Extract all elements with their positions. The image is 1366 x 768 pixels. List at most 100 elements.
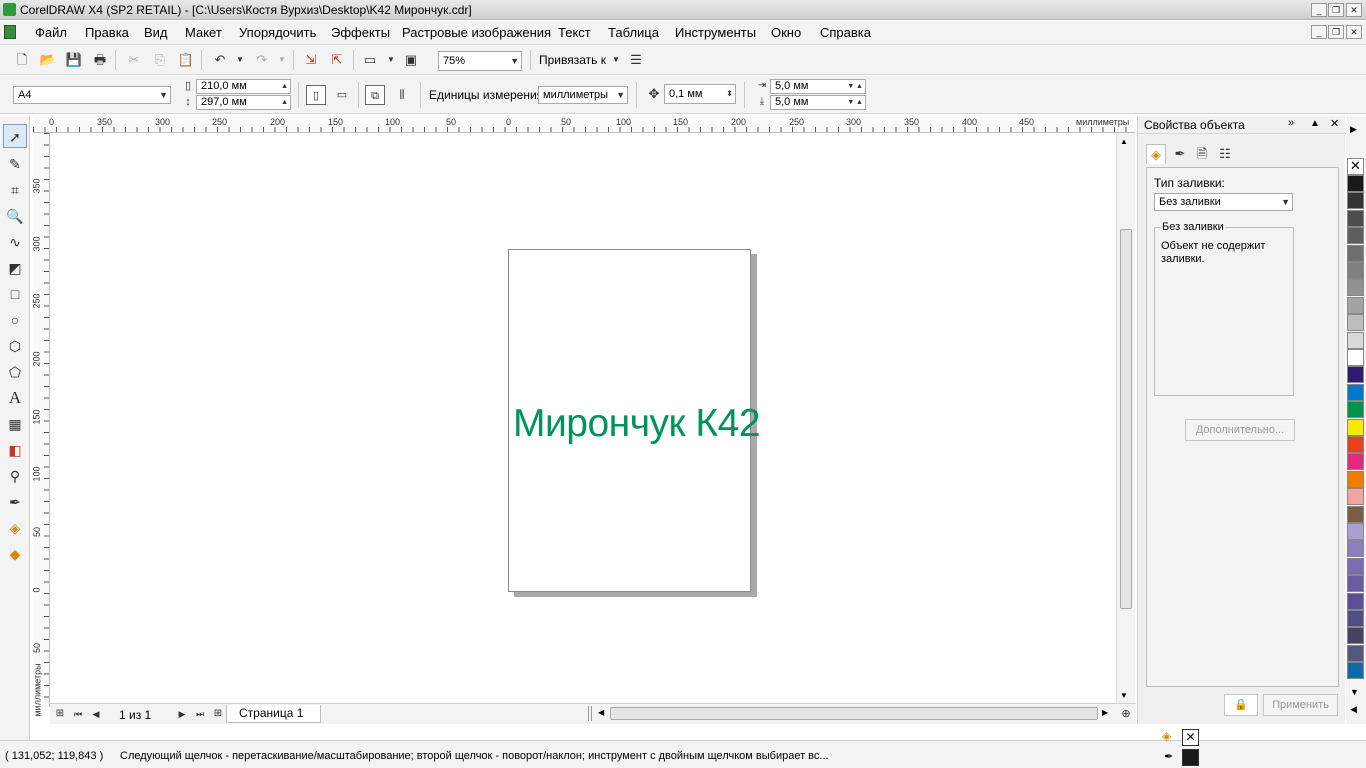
color-swatch[interactable] [1347, 523, 1364, 540]
fill-tab-icon[interactable]: ◈ [1146, 144, 1166, 164]
drawing-canvas[interactable]: Мирончук К42 [50, 133, 1116, 703]
open-icon[interactable]: 📂 [38, 50, 58, 70]
color-swatch[interactable] [1347, 314, 1364, 332]
menu-bitmaps[interactable]: Растровые изображения [402, 25, 551, 40]
paper-width-input[interactable]: 210,0 мм ▲ [196, 79, 291, 94]
nudge-input[interactable]: 0,1 мм ⬍ [664, 84, 736, 104]
lock-button[interactable]: 🔒 [1224, 694, 1258, 716]
color-swatch[interactable] [1347, 401, 1364, 419]
save-icon[interactable]: 💾 [64, 50, 84, 70]
launcher-icon[interactable]: ▭ [360, 50, 380, 70]
duplicate-x-input[interactable]: 5,0 мм ▼ ▲ [770, 79, 866, 94]
menu-effects[interactable]: Эффекты [331, 25, 390, 40]
close-button[interactable]: ✕ [1346, 3, 1362, 17]
menu-window[interactable]: Окно [771, 25, 801, 40]
scroll-left-icon[interactable]: ◀ [598, 708, 604, 717]
color-swatch[interactable] [1347, 453, 1364, 471]
launcher-dropdown-icon[interactable]: ▼ [381, 50, 401, 70]
color-swatch[interactable] [1347, 331, 1364, 349]
eyedropper-tool-icon[interactable]: ⚲ [3, 464, 27, 488]
menu-tools[interactable]: Инструменты [675, 25, 756, 40]
color-swatch[interactable] [1347, 279, 1364, 297]
color-swatch[interactable] [1347, 175, 1364, 192]
navigator-zoom-icon[interactable]: ⊕ [1116, 704, 1136, 724]
outline-tool-icon[interactable]: ✒ [3, 490, 27, 514]
close-icon[interactable]: ✕ [1330, 117, 1339, 130]
ellipse-tool-icon[interactable]: ○ [3, 308, 27, 332]
fill-none-swatch[interactable]: ✕ [1182, 729, 1199, 746]
next-page-icon[interactable]: ▶ [172, 704, 192, 724]
expand-icon[interactable]: » [1288, 117, 1294, 129]
redo-dropdown-icon[interactable]: ▼ [272, 50, 292, 70]
color-swatch[interactable] [1347, 488, 1364, 506]
palette-flyout-icon[interactable]: ◀ [1350, 704, 1357, 715]
color-swatch[interactable] [1347, 557, 1364, 575]
doc-minimize-button[interactable]: _ [1311, 25, 1327, 39]
color-swatch[interactable] [1347, 296, 1364, 314]
fill-tool-icon[interactable]: ◈ [3, 516, 27, 540]
paste-icon[interactable]: 📋 [176, 50, 196, 70]
menu-file[interactable]: Файл [35, 25, 67, 40]
menu-table[interactable]: Таблица [608, 25, 659, 40]
crop-tool-icon[interactable]: ⌗ [3, 178, 27, 202]
new-icon[interactable]: 🗋 [12, 50, 32, 70]
rectangle-tool-icon[interactable]: □ [3, 282, 27, 306]
pick-tool-icon[interactable]: ➚ [3, 124, 27, 148]
prev-page-icon[interactable]: ◀ [86, 704, 106, 724]
options-icon[interactable]: ☰ [626, 50, 646, 70]
color-swatch[interactable] [1347, 418, 1364, 436]
scroll-up-icon[interactable]: ▲ [1120, 137, 1128, 146]
color-swatch[interactable] [1347, 383, 1364, 401]
portrait-icon[interactable]: ▯ [306, 85, 326, 105]
splitter-handle[interactable] [588, 706, 592, 721]
text-tool-icon[interactable]: A [3, 386, 27, 410]
menu-text[interactable]: Текст [558, 25, 591, 40]
units-select[interactable]: миллиметры ▼ [538, 86, 628, 104]
minimize-button[interactable]: _ [1311, 3, 1327, 17]
freehand-tool-icon[interactable]: ∿ [3, 230, 27, 254]
paper-height-input[interactable]: 297,0 мм ▲ [196, 95, 291, 110]
restore-button[interactable]: ❐ [1328, 3, 1344, 17]
more-button[interactable]: Дополнительно... [1185, 419, 1295, 441]
print-icon[interactable]: 🖶 [90, 50, 110, 70]
fill-type-select[interactable]: Без заливки ▼ [1154, 193, 1293, 211]
interactive-fill-tool-icon[interactable]: ◆ [3, 542, 27, 566]
add-page-before-icon[interactable]: ⊞ [50, 704, 70, 724]
export-icon[interactable]: ⇱ [327, 50, 347, 70]
shape-tool-icon[interactable]: ✎ [3, 152, 27, 176]
all-pages-icon[interactable]: ⧉ [365, 85, 385, 105]
undo-dropdown-icon[interactable]: ▼ [230, 50, 250, 70]
landscape-icon[interactable]: ▭ [332, 85, 352, 105]
color-swatch[interactable] [1347, 627, 1364, 645]
vertical-ruler[interactable]: 350 300 250 200 150 100 50 0 50 миллимет… [32, 133, 50, 717]
doc-restore-button[interactable]: ❐ [1328, 25, 1344, 39]
color-swatch[interactable] [1347, 575, 1364, 593]
menu-arrange[interactable]: Упорядочить [239, 25, 316, 40]
last-page-icon[interactable]: ⏭ [190, 704, 210, 724]
document-page[interactable]: Мирончук К42 [508, 249, 761, 592]
color-swatch[interactable] [1347, 610, 1364, 627]
color-swatch[interactable] [1347, 209, 1364, 227]
table-tool-icon[interactable]: ▦ [3, 412, 27, 436]
scroll-right-icon[interactable]: ▶ [1102, 708, 1108, 717]
general-tab-icon[interactable]: 🗎 [1192, 144, 1212, 164]
summary-tab-icon[interactable]: ☷ [1215, 144, 1235, 164]
color-swatch[interactable] [1347, 540, 1364, 558]
current-page-icon[interactable]: ⫼ [392, 85, 412, 105]
spin-icon[interactable]: ▼ ▲ [847, 96, 863, 109]
menu-layout[interactable]: Макет [185, 25, 222, 40]
add-page-after-icon[interactable]: ⊞ [208, 704, 228, 724]
smart-fill-tool-icon[interactable]: ◩ [3, 256, 27, 280]
polygon-tool-icon[interactable]: ⬡ [3, 334, 27, 358]
undo-icon[interactable]: ↶ [210, 50, 230, 70]
snap-to-button[interactable]: Привязать к [539, 53, 606, 67]
vertical-scrollbar[interactable]: ▲ ▼ [1116, 133, 1135, 703]
no-color-swatch[interactable]: ✕ [1347, 158, 1364, 175]
blend-tool-icon[interactable]: ◧ [3, 438, 27, 462]
spin-icon[interactable]: ⬍ [726, 85, 733, 103]
color-swatch[interactable] [1347, 662, 1364, 680]
color-swatch[interactable] [1347, 244, 1364, 262]
menu-edit[interactable]: Правка [85, 25, 129, 40]
artistic-text[interactable]: Мирончук К42 [513, 402, 761, 446]
redo-icon[interactable]: ↷ [252, 50, 272, 70]
